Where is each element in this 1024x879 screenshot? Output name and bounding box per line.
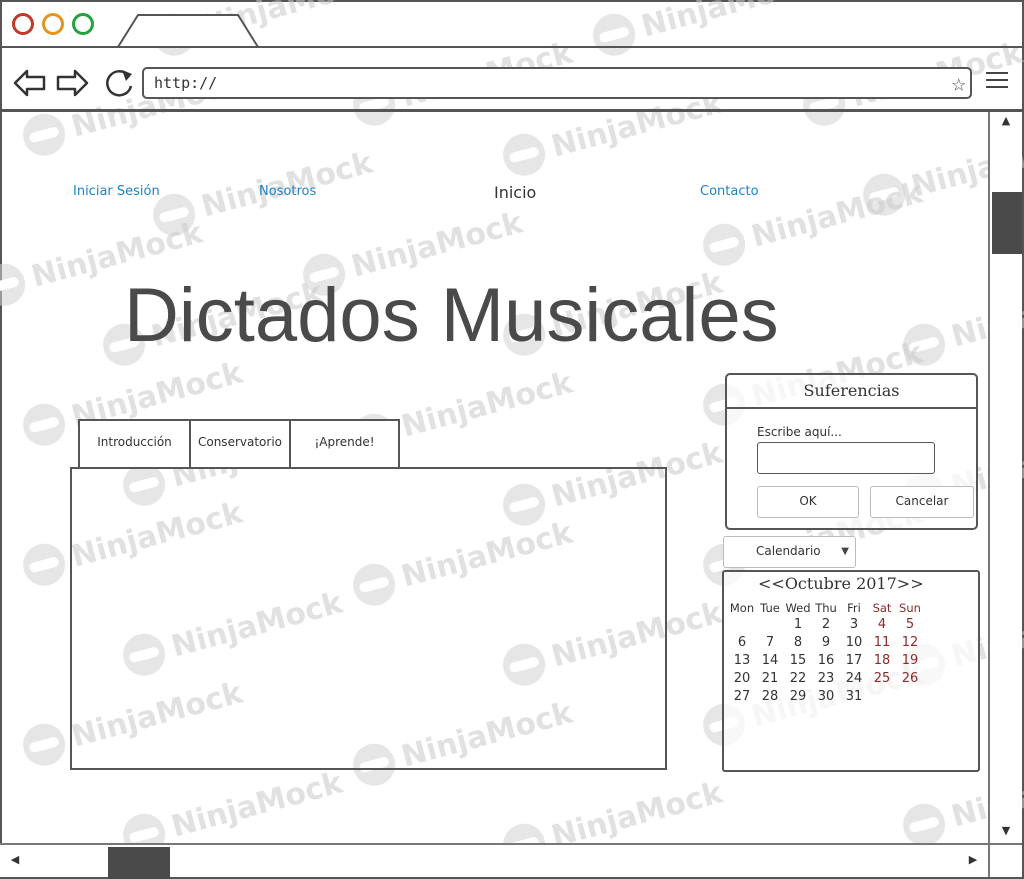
calendar-day[interactable]: 3 bbox=[840, 616, 868, 634]
calendar-select[interactable]: Calendario ▼ bbox=[723, 536, 856, 568]
back-arrow-icon[interactable] bbox=[12, 66, 48, 100]
toolbar-divider bbox=[0, 109, 1024, 112]
window-controls bbox=[12, 13, 94, 35]
calendar-day[interactable]: 4 bbox=[868, 616, 896, 634]
calendar-empty-cell bbox=[728, 616, 756, 634]
calendar-day[interactable]: 16 bbox=[812, 652, 840, 670]
calendar-day[interactable]: 25 bbox=[868, 670, 896, 688]
calendar-empty-cell bbox=[756, 616, 784, 634]
calendar-day[interactable]: 24 bbox=[840, 670, 868, 688]
calendar-day[interactable]: 19 bbox=[896, 652, 924, 670]
calendar-select-value: Calendario bbox=[756, 544, 821, 558]
calendar-widget: <<Octubre 2017>> Mon Tue Wed Thu Fri Sat Sun 1 2… bbox=[722, 570, 980, 772]
tab-strip-divider bbox=[0, 46, 1024, 48]
month-year-label: Octubre 2017 bbox=[784, 574, 897, 593]
page-content: Iniciar Sesión Nosotros Inicio Contacto … bbox=[0, 0, 1024, 879]
calendar-day[interactable]: 9 bbox=[812, 634, 840, 652]
horizontal-scrollbar[interactable]: ◀ ▶ bbox=[0, 843, 988, 879]
suggestions-label: Escribe aquí... bbox=[757, 425, 842, 439]
calendar-day[interactable]: 31 bbox=[840, 688, 868, 706]
cancel-button[interactable]: Cancelar bbox=[870, 486, 974, 518]
vertical-scroll-thumb[interactable] bbox=[992, 192, 1022, 254]
minimize-window-button[interactable] bbox=[42, 13, 64, 35]
scrollbar-corner bbox=[988, 843, 1022, 877]
weekday-header: Fri bbox=[847, 601, 861, 615]
chevron-down-icon: ▼ bbox=[841, 546, 849, 557]
calendar-day[interactable]: 5 bbox=[896, 616, 924, 634]
vertical-scrollbar[interactable]: ▲ ▼ bbox=[988, 112, 1022, 844]
browser-tab[interactable] bbox=[116, 14, 260, 48]
weekday-header: Sat bbox=[872, 601, 892, 615]
calendar-day[interactable]: 6 bbox=[728, 634, 756, 652]
scroll-up-arrow-icon[interactable]: ▲ bbox=[990, 114, 1022, 132]
calendar-day[interactable]: 27 bbox=[728, 688, 756, 706]
calendar-day[interactable]: 21 bbox=[756, 670, 784, 688]
next-month-button[interactable]: >> bbox=[897, 574, 924, 593]
nav-login-link[interactable]: Iniciar Sesión bbox=[73, 184, 160, 199]
scroll-down-arrow-icon[interactable]: ▼ bbox=[990, 824, 1022, 842]
forward-arrow-icon[interactable] bbox=[54, 66, 90, 100]
tab-introduccion[interactable]: Introducción bbox=[78, 419, 189, 469]
weekday-header: Tue bbox=[760, 601, 780, 615]
calendar-day[interactable]: 1 bbox=[784, 616, 812, 634]
reload-icon[interactable] bbox=[102, 66, 138, 100]
hamburger-menu-icon[interactable] bbox=[986, 72, 1008, 92]
page-title: Dictados Musicales bbox=[124, 273, 779, 358]
scroll-right-arrow-icon[interactable]: ▶ bbox=[964, 853, 982, 871]
scroll-left-arrow-icon[interactable]: ◀ bbox=[6, 853, 24, 871]
calendar-day[interactable]: 10 bbox=[840, 634, 868, 652]
calendar-day[interactable]: 2 bbox=[812, 616, 840, 634]
tab-bar: Introducción Conservatorio ¡Aprende! bbox=[78, 419, 400, 469]
calendar-day[interactable]: 12 bbox=[896, 634, 924, 652]
tab-aprende[interactable]: ¡Aprende! bbox=[289, 419, 400, 469]
tab-conservatorio[interactable]: Conservatorio bbox=[189, 419, 289, 469]
nav-home-link[interactable]: Inicio bbox=[494, 183, 536, 202]
calendar-day[interactable]: 20 bbox=[728, 670, 756, 688]
prev-month-button[interactable]: << bbox=[758, 574, 785, 593]
horizontal-scroll-thumb[interactable] bbox=[108, 847, 170, 879]
close-window-button[interactable] bbox=[12, 13, 34, 35]
calendar-day[interactable]: 28 bbox=[756, 688, 784, 706]
calendar-day[interactable]: 14 bbox=[756, 652, 784, 670]
suggestions-title: Suferencias bbox=[727, 375, 976, 409]
suggestions-panel: Suferencias Escribe aquí... OK Cancelar bbox=[725, 373, 978, 530]
calendar-empty-cell bbox=[868, 688, 896, 706]
calendar-day[interactable]: 23 bbox=[812, 670, 840, 688]
weekday-header: Wed bbox=[785, 601, 811, 615]
nav-about-link[interactable]: Nosotros bbox=[259, 184, 316, 199]
calendar-day[interactable]: 7 bbox=[756, 634, 784, 652]
calendar-empty-cell bbox=[896, 688, 924, 706]
url-text: http:// bbox=[154, 74, 218, 92]
calendar-header: <<Octubre 2017>> bbox=[758, 574, 924, 593]
calendar-day[interactable]: 22 bbox=[784, 670, 812, 688]
weekday-header: Sun bbox=[899, 601, 921, 615]
calendar-day[interactable]: 17 bbox=[840, 652, 868, 670]
suggestion-input[interactable] bbox=[757, 442, 935, 474]
ok-button[interactable]: OK bbox=[757, 486, 859, 518]
calendar-day[interactable]: 15 bbox=[784, 652, 812, 670]
maximize-window-button[interactable] bbox=[72, 13, 94, 35]
weekday-header: Thu bbox=[815, 601, 837, 615]
calendar-day[interactable]: 13 bbox=[728, 652, 756, 670]
weekday-header: Mon bbox=[729, 601, 755, 615]
calendar-day[interactable]: 29 bbox=[784, 688, 812, 706]
address-bar[interactable]: http:// ☆ bbox=[142, 67, 972, 99]
nav-contact-link[interactable]: Contacto bbox=[700, 184, 759, 199]
calendar-day[interactable]: 8 bbox=[784, 634, 812, 652]
calendar-day[interactable]: 18 bbox=[868, 652, 896, 670]
tab-content-panel bbox=[70, 467, 667, 770]
star-icon[interactable]: ☆ bbox=[952, 71, 966, 95]
calendar-day[interactable]: 26 bbox=[896, 670, 924, 688]
calendar-grid: Mon Tue Wed Thu Fri Sat Sun 1 2 3 4 5 6 7 8 9 10 11 12 13 14… bbox=[728, 600, 924, 706]
calendar-day[interactable]: 11 bbox=[868, 634, 896, 652]
calendar-day[interactable]: 30 bbox=[812, 688, 840, 706]
